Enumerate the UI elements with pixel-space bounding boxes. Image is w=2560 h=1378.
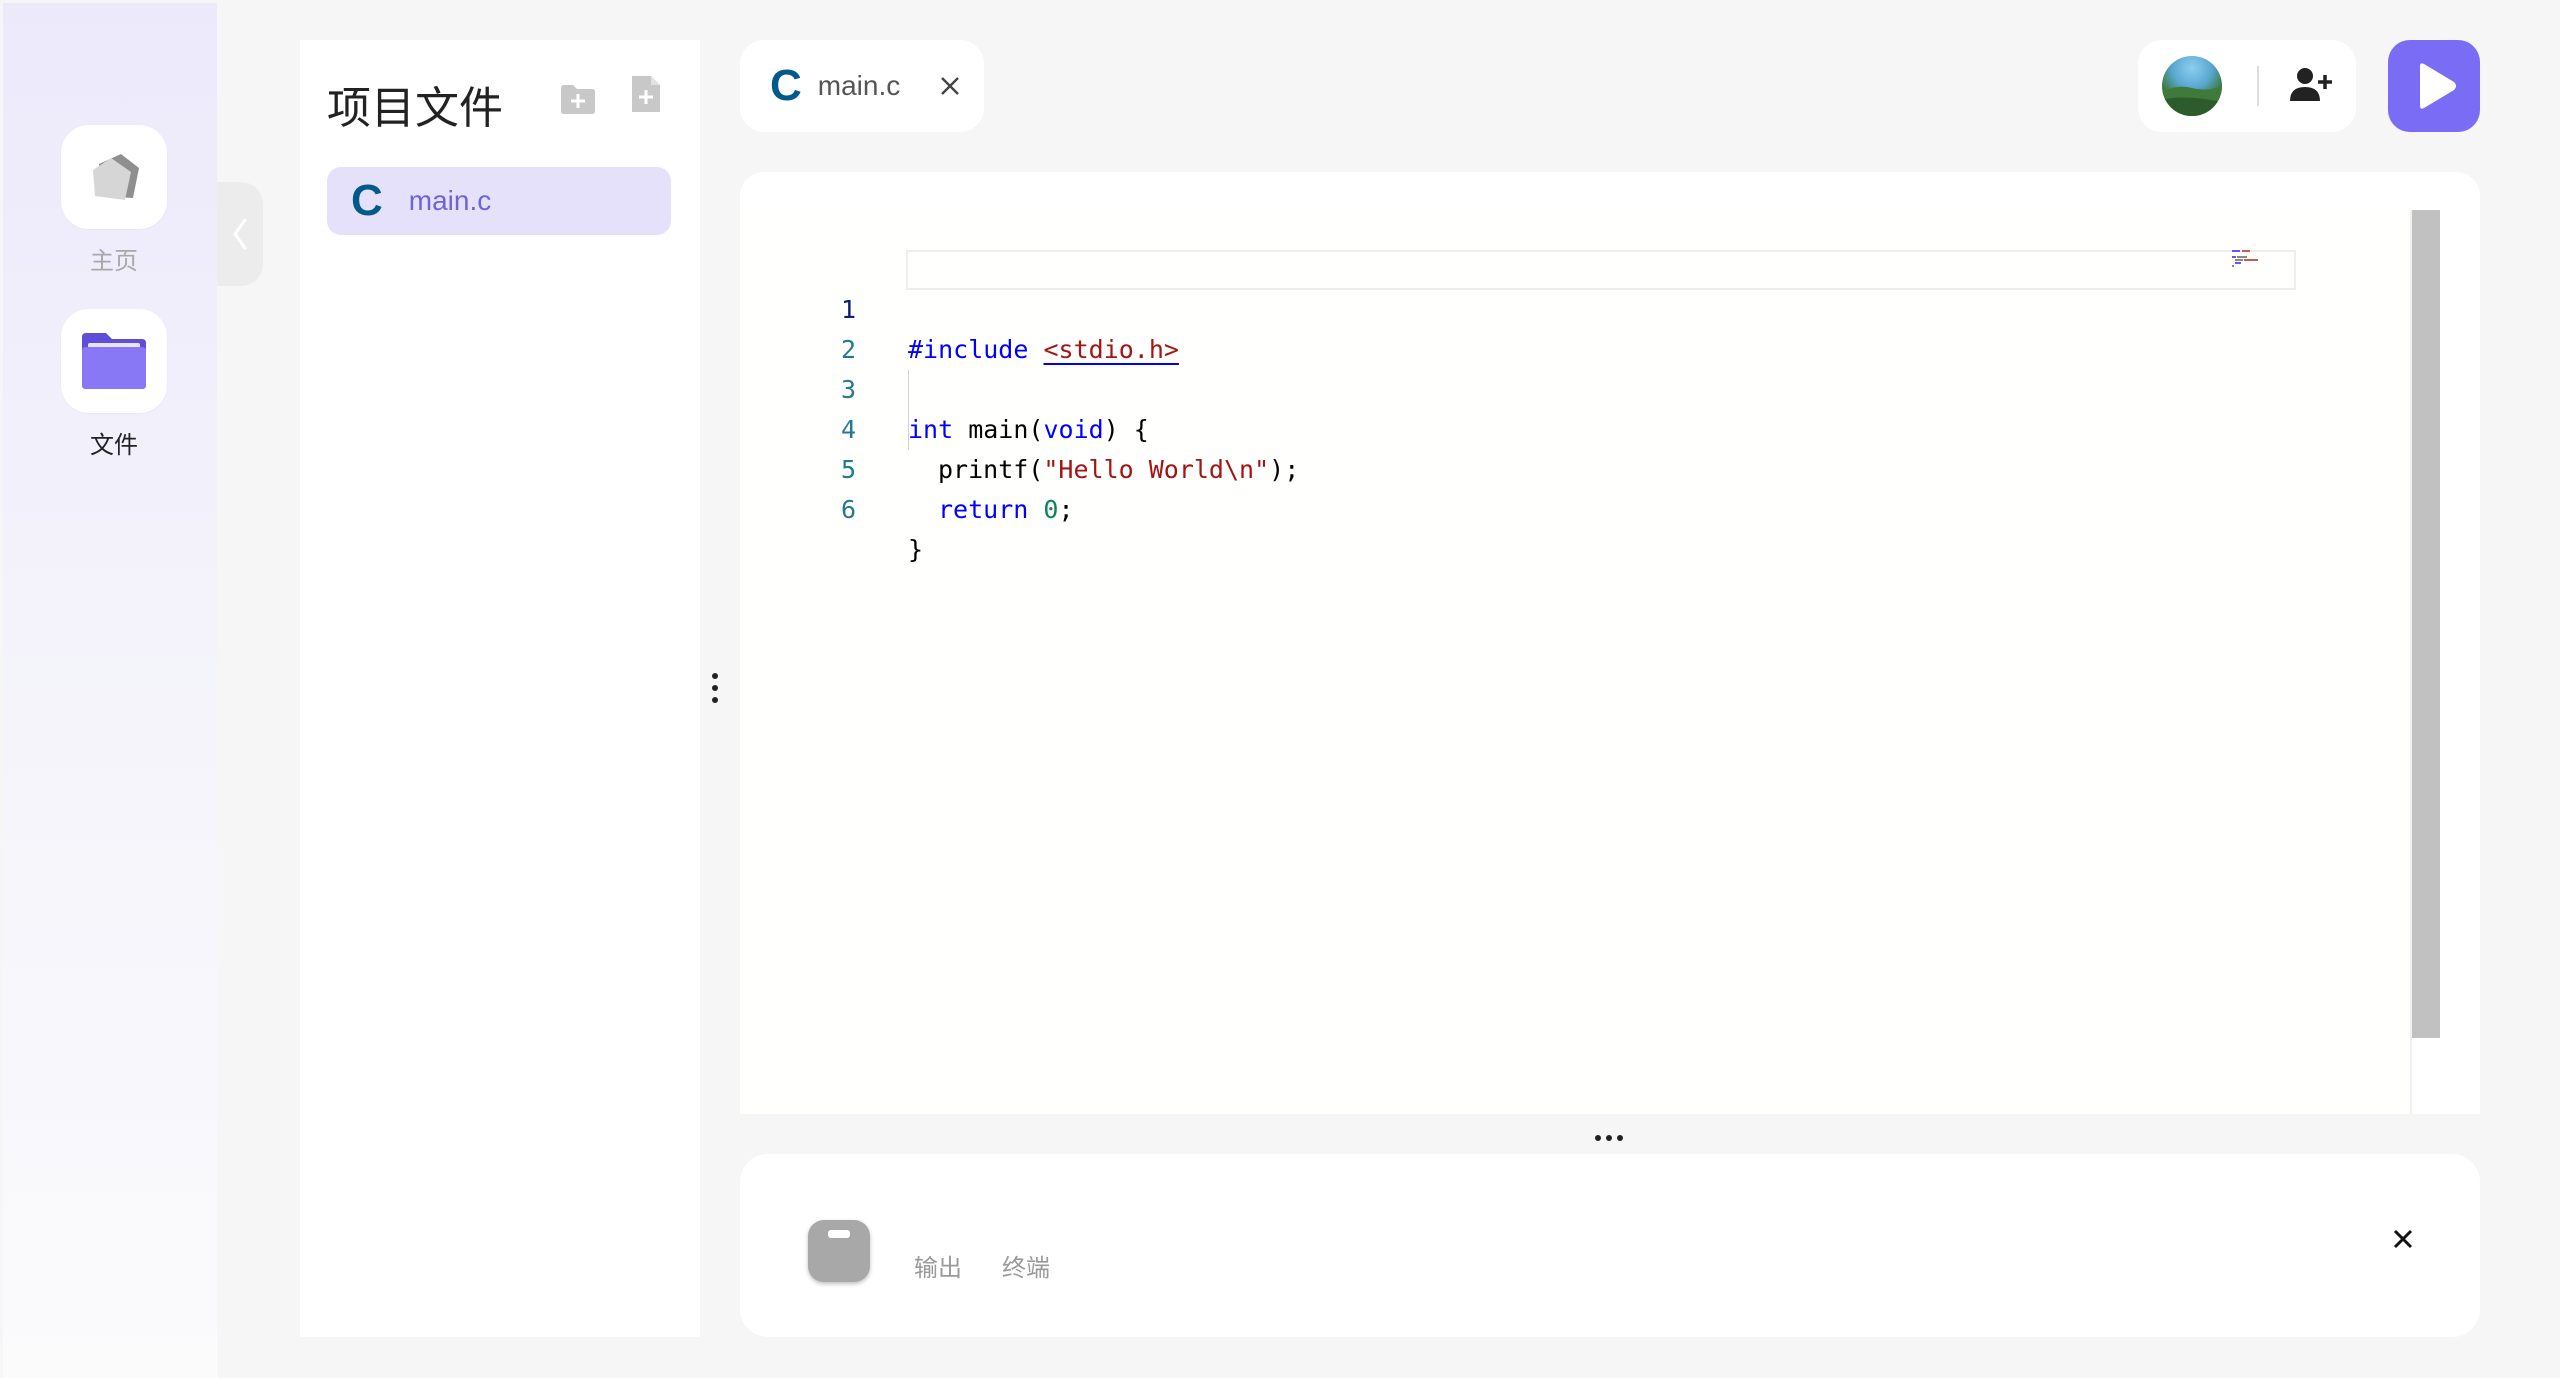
close-icon[interactable] <box>2390 1226 2416 1252</box>
home-icon <box>93 154 139 200</box>
minimap[interactable] <box>2232 248 2292 278</box>
nav-rail: 主页 文件 <box>3 3 217 1378</box>
avatar-landscape <box>2162 86 2222 116</box>
tab-output[interactable]: 输出 <box>914 1248 962 1283</box>
line-number: 6 <box>840 495 856 524</box>
file-item-main-c[interactable]: C main.c <box>327 167 671 235</box>
code-token: 0 <box>1043 495 1059 524</box>
vertical-resize-handle[interactable] <box>711 672 719 704</box>
run-button[interactable] <box>2388 40 2480 132</box>
tab-terminal[interactable]: 终端 <box>1002 1248 1050 1283</box>
tab-main-c[interactable]: C main.c <box>740 40 984 132</box>
code-line: 1 #include <stdio.h> <box>740 250 2340 364</box>
code-line: 6 } <box>740 450 2340 564</box>
avatar[interactable] <box>2162 56 2222 116</box>
c-language-icon: C <box>351 176 383 225</box>
c-language-icon: C <box>770 61 802 110</box>
nav-home-label: 主页 <box>90 247 138 275</box>
new-folder-icon[interactable] <box>558 80 598 120</box>
nav-home-tile[interactable] <box>61 125 167 229</box>
code-line: 4 printf("Hello World\n"); <box>740 370 2340 484</box>
horizontal-resize-handle[interactable] <box>1594 1134 1624 1142</box>
code-token: ; <box>1058 495 1074 524</box>
code-token: } <box>908 535 924 564</box>
folder-icon <box>82 333 146 389</box>
divider <box>2257 66 2259 106</box>
collaboration-bar <box>2138 40 2356 132</box>
code-line: 3 int main(void) { <box>740 330 2340 444</box>
close-icon[interactable] <box>938 74 962 98</box>
collapse-sidebar-button[interactable] <box>217 182 263 286</box>
tab-label: main.c <box>817 70 901 101</box>
code-line: 2 <box>740 290 2340 364</box>
code-text: return 0; <box>938 490 1074 530</box>
code-text: } <box>908 530 923 570</box>
nav-files-label: 文件 <box>90 431 138 459</box>
code-editor[interactable]: 1 #include <stdio.h> 2 3 int main(void) … <box>740 172 2480 1114</box>
play-icon <box>2420 63 2456 109</box>
bottom-panel: 输出 终端 <box>740 1154 2480 1337</box>
files-panel-title: 项目文件 <box>327 83 503 134</box>
add-user-icon[interactable] <box>2288 65 2332 105</box>
project-files-panel: 项目文件 C main.c <box>300 40 700 1337</box>
chevron-left-icon <box>233 218 247 250</box>
vertical-scrollbar[interactable] <box>2412 210 2440 1038</box>
indent-guide <box>908 370 909 450</box>
code-line: 5 return 0; <box>740 410 2340 524</box>
new-file-icon[interactable] <box>626 74 666 114</box>
nav-item-home[interactable]: 主页 <box>61 125 167 276</box>
file-item-label: main.c <box>408 185 492 216</box>
code-area[interactable]: 1 #include <stdio.h> 2 3 int main(void) … <box>740 210 2412 1114</box>
nav-item-files[interactable]: 文件 <box>61 309 167 460</box>
terminal-icon[interactable] <box>808 1220 870 1282</box>
code-token: return <box>938 495 1029 524</box>
nav-files-tile[interactable] <box>61 309 167 413</box>
